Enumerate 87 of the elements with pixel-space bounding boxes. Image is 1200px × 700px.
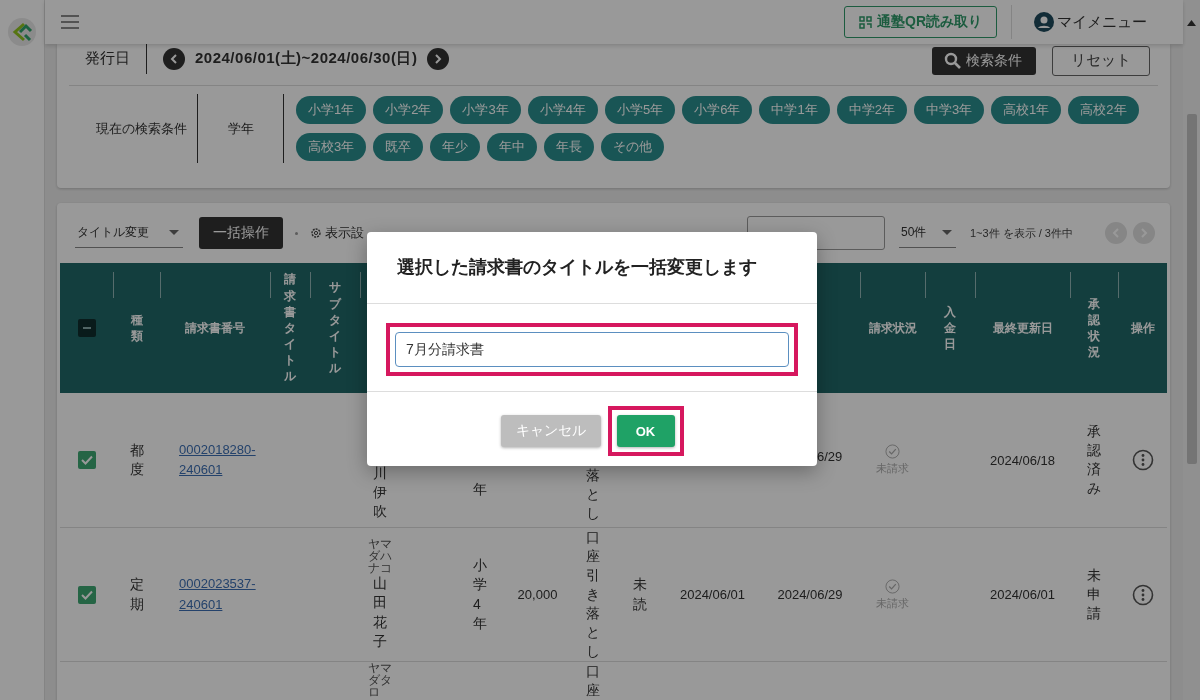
name-kana: ヤマダタロ bbox=[368, 662, 392, 698]
updated-date: 2024/06/18 bbox=[989, 452, 1056, 468]
column-header: 承認状況 bbox=[1088, 295, 1100, 361]
scroll-up-icon[interactable] bbox=[1187, 20, 1196, 26]
amount-text: 20,000 bbox=[517, 587, 558, 602]
logo-icon[interactable] bbox=[8, 18, 36, 46]
grade-text: 小学4年 bbox=[473, 556, 487, 633]
student-name: 山田花子 bbox=[373, 574, 387, 651]
grade-chip: 中学1年 bbox=[759, 96, 830, 124]
select-all-checkbox[interactable] bbox=[77, 319, 96, 337]
previous-month-button[interactable] bbox=[163, 47, 185, 70]
type-text: 定期 bbox=[129, 575, 144, 614]
grade-chip: 小学5年 bbox=[604, 96, 676, 124]
payment-method: 落とし bbox=[585, 465, 600, 523]
column-header: 最終更新日 bbox=[992, 319, 1053, 337]
type-text: 都度 bbox=[129, 440, 144, 479]
grade-chip: 中学3年 bbox=[913, 96, 985, 124]
student-name: 川伊吹 bbox=[373, 463, 387, 521]
grade-chip: 年少 bbox=[430, 133, 481, 161]
caret-icon bbox=[169, 230, 179, 235]
column-header: 種類 bbox=[130, 311, 143, 345]
updated-date: 2024/06/01 bbox=[989, 587, 1056, 602]
payment-method: 口座 bbox=[585, 662, 600, 700]
search-conditions-button[interactable]: 検索条件 bbox=[932, 46, 1036, 75]
next-month-button[interactable] bbox=[427, 47, 450, 70]
row-checkbox[interactable] bbox=[77, 451, 96, 469]
column-header: 請求状況 bbox=[868, 319, 917, 337]
grade-chip: その他 bbox=[601, 133, 665, 161]
due-date: 6/29 bbox=[817, 448, 843, 464]
grade-chip: 既卒 bbox=[373, 133, 424, 161]
column-header: 入金日 bbox=[944, 303, 956, 353]
grade-chip: 高校1年 bbox=[991, 96, 1062, 124]
page-size-select[interactable]: 50件 bbox=[899, 218, 956, 248]
grade-chip: 高校3年 bbox=[296, 133, 367, 161]
display-settings-button[interactable]: 表示設 bbox=[310, 224, 364, 242]
my-menu-button[interactable]: マイメニュー bbox=[1026, 12, 1155, 32]
search-icon bbox=[944, 51, 962, 70]
ok-button[interactable]: OK bbox=[616, 415, 675, 447]
approval-status: 未申請 bbox=[1087, 565, 1101, 623]
reset-button[interactable]: リセット bbox=[1052, 45, 1150, 76]
check-circle-icon bbox=[885, 578, 900, 594]
grade-chip: 小学1年 bbox=[296, 96, 367, 124]
date-range: 2024/06/01(土)~2024/06/30(日) bbox=[195, 49, 418, 68]
grade-chip: 高校2年 bbox=[1068, 96, 1139, 124]
grade-chip: 小学6年 bbox=[682, 96, 753, 124]
caret-icon bbox=[942, 230, 952, 235]
more-options-icon[interactable] bbox=[1132, 583, 1154, 606]
issue-date: 2024/06/01 bbox=[679, 587, 746, 602]
grade-chip: 年中 bbox=[487, 133, 538, 161]
gear-icon bbox=[310, 227, 322, 239]
grade-chip: 年長 bbox=[544, 133, 595, 161]
due-date: 2024/06/29 bbox=[777, 587, 843, 602]
chevron-right-icon bbox=[434, 53, 443, 64]
menu-icon[interactable] bbox=[61, 15, 79, 29]
checkmark-icon bbox=[80, 455, 93, 465]
checkmark-icon bbox=[80, 589, 93, 600]
check-circle-icon bbox=[885, 444, 900, 459]
issue-date-label: 発行日 bbox=[85, 49, 130, 68]
invoice-number-link[interactable]: 0002018280-240601 bbox=[179, 439, 259, 481]
read-status: 未読 bbox=[633, 575, 647, 614]
approval-status: 承認済み bbox=[1087, 421, 1101, 499]
grade-text: 年 bbox=[473, 479, 487, 499]
qr-code-icon bbox=[859, 15, 872, 29]
range-text: 1~3件 を表示 / 3件中 bbox=[970, 225, 1073, 241]
title-input[interactable]: 7月分請求書 bbox=[395, 332, 789, 367]
current-conditions-label: 現在の検索条件 bbox=[95, 119, 188, 138]
name-kana: ヤマダハナコ bbox=[368, 538, 392, 575]
column-header: 請求書タイトル bbox=[284, 271, 296, 385]
column-header: 操作 bbox=[1131, 319, 1155, 337]
scrollbar-thumb[interactable] bbox=[1186, 114, 1197, 464]
chevron-left-icon bbox=[170, 53, 178, 64]
grade-chip: 中学2年 bbox=[836, 96, 907, 124]
action-select[interactable]: タイトル変更 bbox=[75, 218, 183, 248]
minus-icon bbox=[82, 327, 91, 329]
more-options-icon[interactable] bbox=[1132, 449, 1154, 471]
condition-name: 学年 bbox=[226, 119, 255, 138]
payment-method: 口座引き落とし bbox=[585, 528, 600, 661]
column-header: 請求書番号 bbox=[185, 319, 245, 337]
invoice-number-link[interactable]: 0002023537-240601 bbox=[179, 574, 259, 615]
row-checkbox[interactable] bbox=[77, 585, 96, 604]
grade-chip: 小学4年 bbox=[527, 96, 598, 124]
dialog-title: 選択した請求書のタイトルを一括変更します bbox=[367, 232, 817, 304]
user-icon bbox=[1034, 12, 1054, 32]
grade-chip: 小学2年 bbox=[373, 96, 444, 124]
column-header: サブタイトル bbox=[329, 279, 341, 377]
grade-chip: 小学3年 bbox=[450, 96, 521, 124]
bulk-action-button[interactable]: 一括操作 bbox=[199, 217, 283, 249]
